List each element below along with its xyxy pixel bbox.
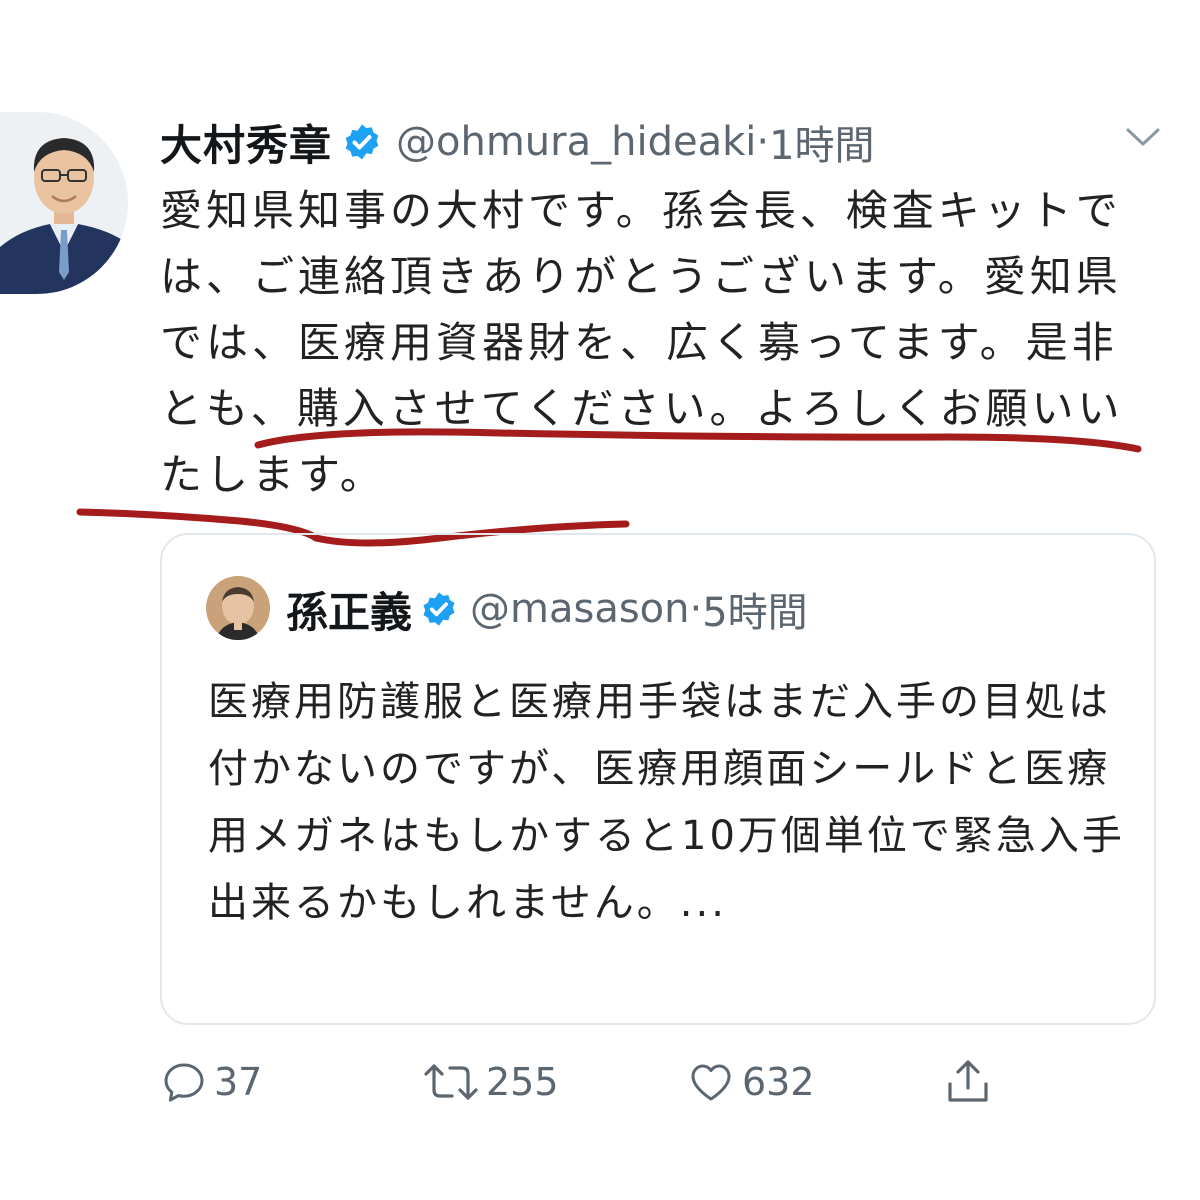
tweet-header: 大村秀章 @ohmura_hideaki · 1時間 — [160, 110, 1060, 174]
share-icon — [948, 1060, 988, 1102]
retweet-count: 255 — [486, 1060, 559, 1104]
like-button[interactable]: 632 — [686, 1052, 815, 1112]
quoted-handle: @masason — [470, 586, 690, 632]
reply-button[interactable]: 37 — [160, 1052, 262, 1112]
quoted-tweet-text: 医療用防護服と医療用手袋はまだ入手の目処は付かないのですが、医療用顔面シールドと… — [208, 679, 1125, 926]
tweet[interactable]: 大村秀章 @ohmura_hideaki · 1時間 愛知県知事の大村です。孫会… — [0, 0, 1200, 1200]
like-icon — [691, 1064, 731, 1101]
display-name[interactable]: 大村秀章 — [160, 112, 332, 173]
timestamp[interactable]: 1時間 — [769, 113, 874, 171]
chevron-down-icon[interactable] — [1122, 122, 1164, 152]
separator-dot: · — [689, 586, 703, 632]
tweet-text: 愛知県知事の大村です。孫会長、検査キットでは、ご連絡頂きありがとうございます。愛… — [160, 186, 1124, 499]
verified-badge-icon — [345, 124, 379, 160]
quoted-display-name: 孫正義 — [286, 587, 413, 637]
reply-count: 37 — [214, 1060, 263, 1104]
verified-badge-icon — [423, 592, 455, 626]
reply-icon — [164, 1063, 204, 1102]
avatar[interactable] — [0, 112, 128, 294]
quoted-avatar[interactable] — [206, 576, 270, 640]
retweet-icon — [424, 1064, 478, 1100]
retweet-button[interactable]: 255 — [422, 1052, 559, 1112]
like-count: 632 — [742, 1060, 815, 1104]
share-button[interactable] — [944, 1052, 992, 1112]
avatar-image — [0, 112, 128, 294]
quoted-tweet-header: 孫正義 @masason · 5時間 — [286, 577, 808, 641]
tweet-actions: 37 255 632 — [160, 1052, 1060, 1112]
quoted-timestamp: 5時間 — [702, 590, 808, 636]
quoted-avatar-image — [206, 576, 270, 640]
handle[interactable]: @ohmura_hideaki — [396, 119, 756, 165]
quoted-tweet-card[interactable]: 孫正義 @masason · 5時間 医療用防護服と医療用手袋はまだ入手の目処は… — [160, 533, 1156, 1025]
separator-dot: · — [756, 119, 770, 165]
